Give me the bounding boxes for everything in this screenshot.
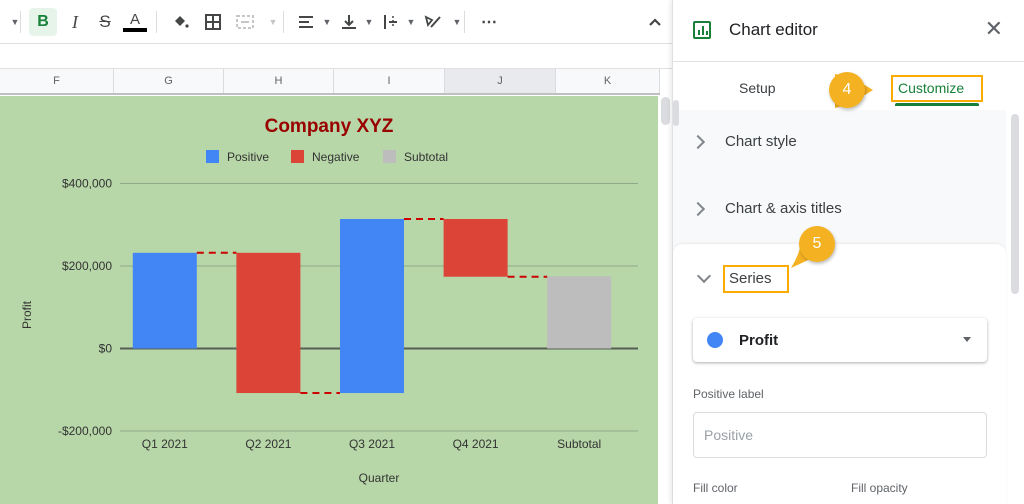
- column-header-k[interactable]: K: [556, 69, 660, 93]
- text-color-letter: A: [129, 11, 140, 28]
- fill-opacity-label: Fill opacity: [851, 481, 908, 495]
- legend-swatch: [206, 150, 219, 163]
- y-tick-label: -$200,000: [58, 424, 112, 438]
- section-label: Chart style: [725, 133, 797, 150]
- series-highlight: [723, 265, 789, 293]
- series-dropdown[interactable]: Profit: [693, 318, 987, 362]
- chart-bars: [132, 218, 612, 394]
- italic-button[interactable]: I: [63, 8, 87, 36]
- fill-color-icon[interactable]: [169, 8, 193, 36]
- text-rotation-icon[interactable]: [421, 8, 445, 36]
- bar-negative: [443, 218, 508, 277]
- y-axis-title: Profit: [20, 300, 34, 329]
- close-icon[interactable]: ✕: [985, 18, 1003, 40]
- text-color-swatch: [123, 28, 147, 32]
- y-tick-label: $0: [99, 342, 113, 356]
- legend-swatch: [383, 150, 396, 163]
- positive-label-caption: Positive label: [693, 387, 764, 401]
- y-tick-label: $400,000: [62, 177, 112, 191]
- section-chart-axis-titles[interactable]: Chart & axis titles: [690, 200, 842, 217]
- x-tick-label: Q3 2021: [349, 437, 395, 451]
- text-wrapping-caret[interactable]: ▼: [399, 8, 423, 36]
- tab-setup[interactable]: Setup: [739, 80, 776, 96]
- bar-positive: [132, 252, 197, 349]
- column-header-f[interactable]: F: [0, 69, 114, 93]
- bar-subtotal: [547, 276, 612, 349]
- bar-negative: [236, 252, 301, 394]
- fill-color-label: Fill color: [693, 481, 738, 495]
- text-color-button[interactable]: A: [123, 8, 147, 36]
- chevron-right-icon: [690, 201, 706, 216]
- bar-positive: [340, 218, 404, 394]
- chart-legend: Positive Negative Subtotal: [206, 150, 448, 164]
- legend-label: Positive: [227, 150, 269, 164]
- more-options-button[interactable]: ⋯: [477, 8, 501, 36]
- chart-title: Company XYZ: [265, 116, 394, 137]
- callout-5: 5: [799, 226, 835, 262]
- merge-cells-icon[interactable]: [233, 8, 257, 36]
- callout-4: 4: [829, 72, 865, 108]
- customize-highlight: [891, 75, 983, 102]
- text-rotation-caret[interactable]: ▼: [445, 8, 469, 36]
- series-color-dot: [707, 332, 723, 348]
- positive-label-input[interactable]: [693, 412, 987, 458]
- section-chart-style[interactable]: Chart style: [690, 133, 797, 150]
- column-header-i[interactable]: I: [334, 69, 445, 93]
- chart-icon: [693, 21, 711, 39]
- vertical-align-caret[interactable]: ▼: [357, 8, 381, 36]
- chevron-down-icon: [696, 268, 712, 283]
- collapse-toolbar-icon[interactable]: [643, 8, 667, 36]
- x-axis-ticks: Q1 2021 Q2 2021 Q3 2021 Q4 2021 Subtotal: [142, 437, 601, 451]
- x-tick-label: Q4 2021: [453, 437, 499, 451]
- chevron-right-icon: [690, 134, 706, 149]
- caret-down-icon: [963, 337, 971, 342]
- legend-label: Negative: [312, 150, 360, 164]
- y-tick-label: $200,000: [62, 259, 112, 273]
- horizontal-align-caret[interactable]: ▼: [315, 8, 339, 36]
- panel-title: Chart editor: [729, 20, 818, 39]
- strikethrough-button[interactable]: S: [93, 8, 117, 36]
- toolbar-divider: [283, 11, 284, 33]
- waterfall-chart[interactable]: Company XYZ Positive Negative Subtotal $40…: [0, 96, 658, 504]
- toolbar-divider: [156, 11, 157, 33]
- column-header-g[interactable]: G: [114, 69, 224, 93]
- sheet-vertical-scrollbar[interactable]: [658, 95, 672, 504]
- series-dropdown-value: Profit: [739, 331, 779, 349]
- x-tick-label: Q2 2021: [245, 437, 291, 451]
- chart-canvas: Company XYZ Positive Negative Subtotal $40…: [20, 116, 638, 485]
- x-tick-label: Subtotal: [557, 437, 601, 451]
- formatting-toolbar: ▼ B I S A ▼ ▼ ▼ ▼ ▼ ⋯: [0, 0, 672, 44]
- section-label: Chart & axis titles: [725, 200, 842, 217]
- toolbar-divider: [20, 11, 21, 33]
- panel-scroll-stub: [673, 100, 679, 126]
- column-headers: F G H I J K: [0, 69, 660, 95]
- x-tick-label: Q1 2021: [142, 437, 188, 451]
- active-tab-indicator: [895, 103, 979, 106]
- legend-swatch: [291, 150, 304, 163]
- sheet-scroll-thumb[interactable]: [661, 97, 670, 125]
- column-header-j[interactable]: J: [445, 69, 556, 93]
- panel-header: Chart editor ✕: [673, 0, 1024, 62]
- legend-label: Subtotal: [404, 150, 448, 164]
- chart-editor-panel: Chart editor ✕ Setup Customize Chart sty…: [672, 0, 1024, 504]
- column-header-h[interactable]: H: [224, 69, 334, 93]
- borders-icon[interactable]: [201, 8, 225, 36]
- font-size-dropdown-caret[interactable]: ▼: [3, 8, 27, 36]
- formula-bar[interactable]: [0, 44, 672, 69]
- panel-scrollbar[interactable]: [1011, 114, 1019, 294]
- app-root: ▼ B I S A ▼ ▼ ▼ ▼ ▼ ⋯ F G H I J K Compan…: [0, 0, 1024, 504]
- toolbar-divider: [464, 11, 465, 33]
- x-axis-title: Quarter: [359, 471, 400, 485]
- bold-button[interactable]: B: [29, 8, 57, 36]
- merge-dropdown-caret[interactable]: ▼: [261, 8, 285, 36]
